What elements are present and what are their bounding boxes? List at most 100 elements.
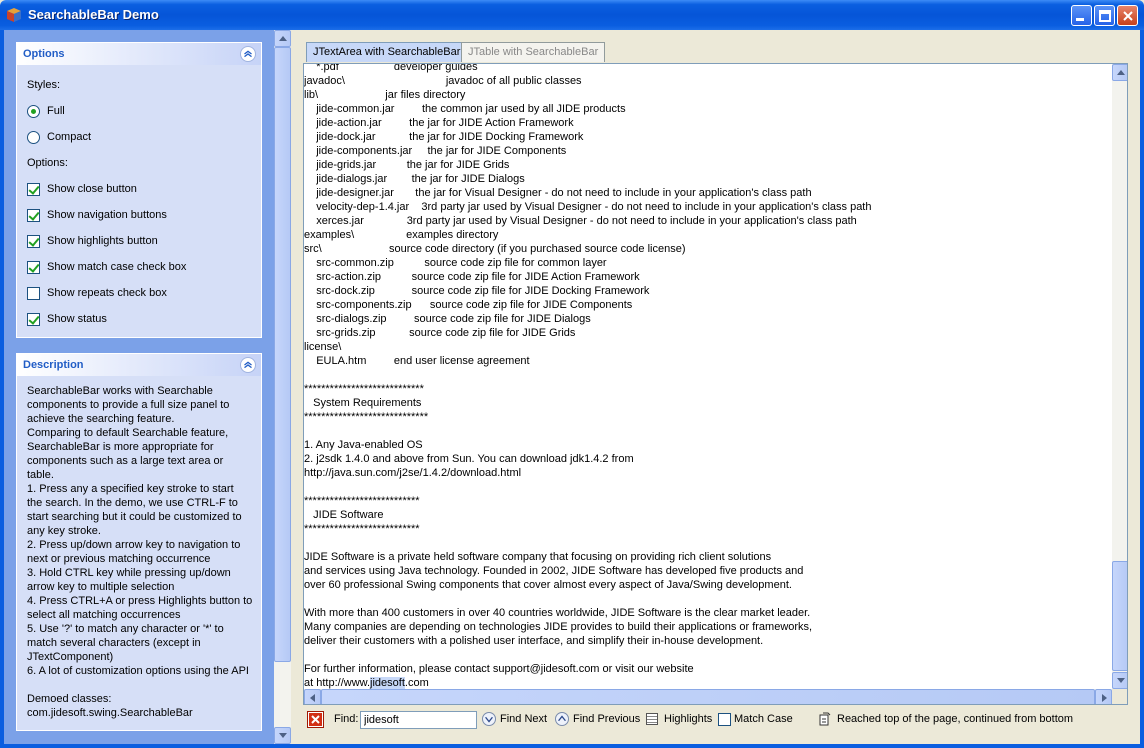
radio-compact-button[interactable] xyxy=(27,131,40,144)
match-case-label: Match Case xyxy=(734,713,793,725)
description-line: JTextComponent) xyxy=(27,651,114,663)
highlights-label: Highlights xyxy=(664,713,713,725)
description-line: Demoed classes: xyxy=(27,693,112,705)
text-line: jide-components.jar the jar for JIDE Com… xyxy=(304,145,567,157)
description-panel-title: Description xyxy=(23,359,84,371)
maximize-button[interactable] xyxy=(1094,5,1115,26)
find-input[interactable] xyxy=(360,711,477,729)
description-line: 6. A lot of customization options using … xyxy=(27,665,249,677)
checkbox-show-close-button-box[interactable] xyxy=(27,183,40,196)
close-icon xyxy=(1123,11,1133,21)
find-previous-label: Find Previous xyxy=(573,713,641,725)
options-panel: Options Styles: Full Compact Options: Sh… xyxy=(16,42,262,338)
arrow-down-circle-icon xyxy=(482,712,496,726)
text-line: *.pdf developer guides xyxy=(304,63,478,73)
text-line: For further information, please contact … xyxy=(304,663,694,675)
text-line: System Requirements xyxy=(304,397,422,409)
scroll-thumb[interactable] xyxy=(1112,561,1127,671)
text-line-prefix: at http://www. xyxy=(304,677,371,689)
scroll-left-button[interactable] xyxy=(304,689,321,704)
checkbox-show-repeats-box[interactable] xyxy=(27,287,40,300)
title-bar[interactable]: SearchableBar Demo xyxy=(0,0,1144,30)
close-search-button[interactable] xyxy=(308,712,323,727)
text-line: jide-dock.jar the jar for JIDE Docking F… xyxy=(304,131,584,143)
description-line: com.jidesoft.swing.SearchableBar xyxy=(27,707,193,719)
scroll-down-button[interactable] xyxy=(1112,672,1127,689)
text-line: src-grids.zip source code zip file for J… xyxy=(304,327,576,339)
scroll-down-button[interactable] xyxy=(274,727,291,744)
task-pane: Options Styles: Full Compact Options: Sh… xyxy=(4,30,274,744)
text-line: *************************** xyxy=(304,523,420,535)
description-panel: Description SearchableBar works with Sea… xyxy=(16,353,262,731)
text-line: ***************************** xyxy=(304,411,429,423)
wrap-around-icon xyxy=(819,712,831,726)
match-case-checkbox[interactable]: Match Case xyxy=(718,708,793,732)
radio-compact-label: Compact xyxy=(47,131,92,143)
description-line: 5. Use '?' to match any character or '*'… xyxy=(27,623,224,635)
description-line: table. xyxy=(27,469,54,481)
text-line: velocity-dep-1.4.jar 3rd party jar used … xyxy=(304,201,872,213)
scroll-thumb[interactable] xyxy=(321,689,1095,704)
collapse-chevron-icon[interactable] xyxy=(240,357,256,373)
checkbox-show-status-label: Show status xyxy=(47,313,107,325)
collapse-chevron-icon[interactable] xyxy=(240,46,256,62)
text-line: With more than 400 customers in over 40 … xyxy=(304,607,811,619)
task-pane-scrollbar[interactable] xyxy=(274,30,291,744)
checkbox-show-highlights-button-label: Show highlights button xyxy=(47,235,158,247)
checkbox-show-navigation-buttons-box[interactable] xyxy=(27,209,40,222)
close-window-button[interactable] xyxy=(1117,5,1138,26)
text-line: 2. j2sdk 1.4.0 and above from Sun. You c… xyxy=(304,453,634,465)
arrow-up-circle-icon xyxy=(555,712,569,726)
checkbox-show-navigation-buttons-label: Show navigation buttons xyxy=(47,209,167,221)
radio-full-label: Full xyxy=(47,105,65,117)
text-line: src-dock.zip source code zip file for JI… xyxy=(304,285,650,297)
text-line xyxy=(304,368,1112,382)
description-line: 1. Press any a specified key stroke to s… xyxy=(27,483,234,495)
text-area-horizontal-scrollbar[interactable] xyxy=(304,689,1112,704)
description-line: the search. In the demo, we use CTRL-F t… xyxy=(27,497,238,509)
text-line xyxy=(304,424,1112,438)
tab-jtextarea[interactable]: JTextArea with SearchableBar xyxy=(306,42,468,62)
text-line: EULA.htm end user license agreement xyxy=(304,355,530,367)
description-line: next or previous matching occurrence xyxy=(27,553,211,565)
find-next-button[interactable]: Find Next xyxy=(482,708,548,732)
options-label: Options: xyxy=(27,157,68,169)
tab-jtable[interactable]: JTable with SearchableBar xyxy=(461,42,606,62)
text-line: src-components.zip source code zip file … xyxy=(304,299,633,311)
minimize-icon xyxy=(1076,18,1084,21)
description-line: components to provide a full size panel … xyxy=(27,399,230,411)
minimize-button[interactable] xyxy=(1071,5,1092,26)
checkbox-show-highlights-button-box[interactable] xyxy=(27,235,40,248)
checkbox-show-status-box[interactable] xyxy=(27,313,40,326)
text-line: examples\ examples directory xyxy=(304,229,499,241)
text-area[interactable]: *.pdf developer guides javadoc\ javadoc o… xyxy=(303,63,1128,705)
options-panel-header[interactable]: Options xyxy=(17,43,261,65)
checkbox-show-match-case-box[interactable] xyxy=(27,261,40,274)
description-line: components such as a large text area or xyxy=(27,455,224,467)
close-icon xyxy=(311,715,320,724)
scroll-thumb[interactable] xyxy=(274,47,291,662)
description-line: select all matching occurrences xyxy=(27,609,181,621)
description-line: arrow key to multiple selection xyxy=(27,581,175,593)
text-line: JIDE Software is a private held software… xyxy=(304,551,772,563)
description-line: achieve the searching feature. xyxy=(27,413,175,425)
window-frame-right xyxy=(1140,30,1144,748)
options-panel-title: Options xyxy=(23,48,65,60)
highlights-list-icon xyxy=(646,713,658,725)
scroll-up-button[interactable] xyxy=(274,30,291,47)
highlights-button[interactable]: Highlights xyxy=(646,708,712,732)
text-line: jide-common.jar the common jar used by a… xyxy=(304,103,626,115)
text-line: jide-dialogs.jar the jar for JIDE Dialog… xyxy=(304,173,525,185)
text-line: over 60 professional Swing components th… xyxy=(304,579,792,591)
text-line: lib\ jar files directory xyxy=(304,89,466,101)
find-previous-button[interactable]: Find Previous xyxy=(555,708,641,732)
match-case-box[interactable] xyxy=(718,713,731,726)
scroll-up-button[interactable] xyxy=(1112,64,1127,81)
description-panel-header[interactable]: Description xyxy=(17,354,261,376)
text-line: at http://www.jidesoft.com xyxy=(304,676,1112,690)
radio-full-button[interactable] xyxy=(27,105,40,118)
scroll-right-button[interactable] xyxy=(1095,689,1112,704)
text-area-vertical-scrollbar[interactable] xyxy=(1112,64,1127,689)
styles-label: Styles: xyxy=(27,79,61,91)
maximize-icon xyxy=(1099,10,1111,22)
